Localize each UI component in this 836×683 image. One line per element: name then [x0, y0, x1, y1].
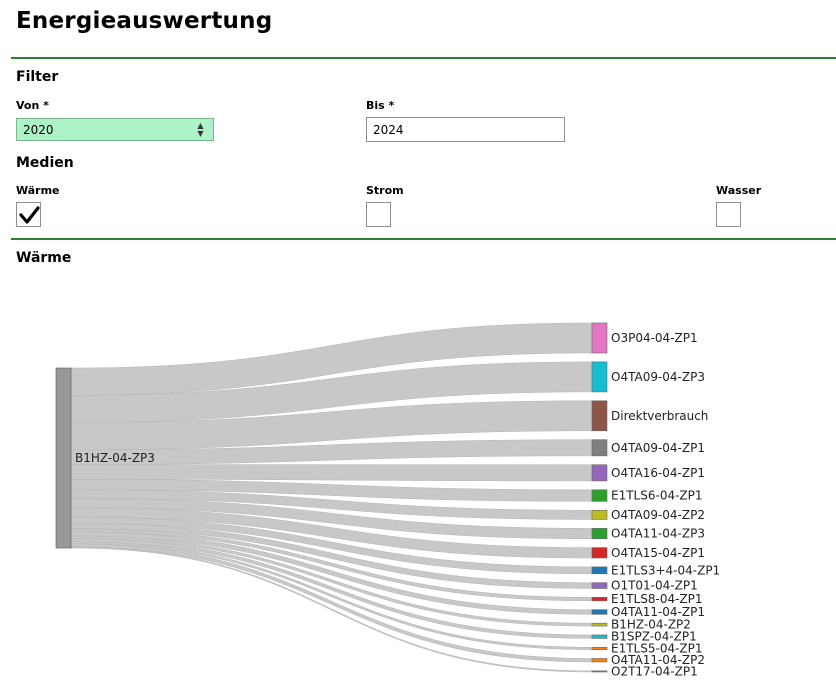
sankey-target-node — [591, 489, 608, 502]
waerme-checkbox[interactable] — [16, 202, 41, 227]
page-title: Energieauswertung — [16, 8, 273, 34]
filter-heading: Filter — [16, 69, 59, 85]
year-stepper[interactable]: ▲ ▼ — [194, 121, 207, 138]
sankey-target-node — [591, 670, 608, 673]
medien-heading: Medien — [16, 155, 74, 171]
sankey-target-label: E1TLS3+4-04-ZP1 — [611, 563, 720, 577]
bis-year-input[interactable]: 2024 — [366, 117, 565, 142]
sankey-target-label: E1TLS8-04-ZP1 — [611, 592, 703, 606]
sankey-target-node — [591, 464, 608, 482]
divider-bottom — [11, 238, 836, 240]
sankey-target-node — [591, 597, 608, 602]
sankey-target-label: O4TA09-04-ZP1 — [611, 441, 705, 455]
sankey-target-label: O2T17-04-ZP1 — [611, 664, 698, 678]
sankey-target-label: O4TA15-04-ZP1 — [611, 546, 705, 560]
strom-checkbox[interactable] — [366, 202, 391, 227]
von-label: Von * — [16, 99, 49, 112]
sankey-source-node — [55, 367, 72, 549]
sankey-target-label: O4TA16-04-ZP1 — [611, 466, 705, 480]
sankey-target-label: O4TA09-04-ZP3 — [611, 370, 705, 384]
sankey-chart: O3P04-04-ZP1 O4TA09-04-ZP3 Direktverbrauch… — [55, 322, 720, 678]
sankey-target-node — [591, 582, 608, 589]
von-year-value: 2020 — [23, 122, 54, 137]
sankey-target-node — [591, 634, 608, 639]
wasser-checkbox[interactable] — [716, 202, 741, 227]
sankey-target-node — [591, 528, 608, 540]
bis-label: Bis * — [366, 99, 395, 112]
sankey-target-node — [591, 509, 608, 520]
sankey-target-node — [591, 322, 608, 354]
waerme-chart-heading: Wärme — [16, 250, 72, 266]
sankey-target-label: O3P04-04-ZP1 — [611, 331, 698, 345]
sankey-target-node — [591, 658, 608, 663]
sankey-target-node — [591, 622, 608, 627]
divider-top — [11, 57, 836, 59]
chevron-down-icon[interactable]: ▼ — [197, 129, 203, 138]
sankey-target-node — [591, 647, 608, 650]
sankey-target-label: O4TA09-04-ZP2 — [611, 508, 705, 522]
sankey-target-label: E1TLS6-04-ZP1 — [611, 489, 703, 503]
sankey-target-node — [591, 439, 608, 457]
wasser-label: Wasser — [716, 184, 762, 197]
strom-label: Strom — [366, 184, 404, 197]
sankey-links — [70, 322, 593, 673]
sankey-target-label: O4TA11-04-ZP3 — [611, 527, 705, 541]
sankey-target-node — [591, 566, 608, 575]
sankey-target-node — [591, 400, 608, 432]
sankey-target-label: O1T01-04-ZP1 — [611, 579, 698, 593]
sankey-link — [70, 464, 593, 482]
bis-year-value: 2024 — [373, 122, 404, 137]
sankey-target-node — [591, 609, 608, 615]
waerme-label: Wärme — [16, 184, 60, 197]
sankey-source-label: B1HZ-04-ZP3 — [75, 451, 155, 465]
sankey-target-label: Direktverbrauch — [611, 409, 708, 423]
von-year-input[interactable]: 2020 ▲ ▼ — [16, 118, 214, 141]
sankey-target-node — [591, 547, 608, 559]
sankey-target-node — [591, 361, 608, 393]
checkmark-icon — [19, 206, 40, 224]
